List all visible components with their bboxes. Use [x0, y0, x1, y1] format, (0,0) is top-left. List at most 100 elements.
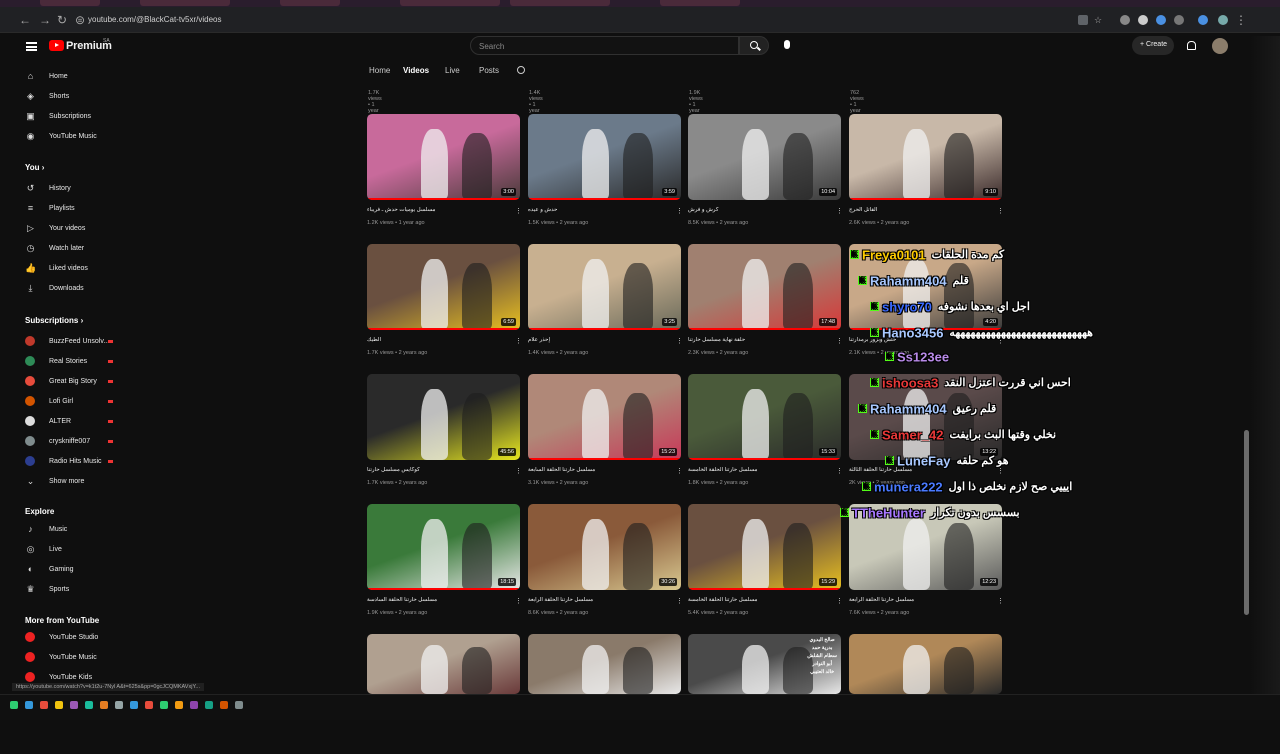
create-button[interactable]: + Create: [1132, 36, 1174, 55]
taskbar-app-icon[interactable]: [145, 701, 153, 709]
more-actions-icon[interactable]: ⋮: [515, 467, 522, 475]
video-thumbnail[interactable]: 3:59: [528, 114, 681, 200]
video-title[interactable]: القاتل الحرج: [849, 207, 989, 213]
video-thumbnail[interactable]: 9:10: [849, 114, 1002, 200]
sidebar-item-subscription[interactable]: Great Big Story: [25, 374, 97, 388]
video-card[interactable]: 17:48 حلقة نهاية مسلسل حارتنا 2.3K views •…: [688, 244, 843, 364]
more-actions-icon[interactable]: ⋮: [515, 337, 522, 345]
more-actions-icon[interactable]: ⋮: [515, 207, 522, 215]
sidebar-item-gaming[interactable]: ◐ Gaming: [25, 562, 74, 576]
sidebar-item-subscription[interactable]: Real Stories: [25, 354, 87, 368]
taskbar-app-icon[interactable]: [10, 701, 18, 709]
extensions-puzzle-icon[interactable]: [1174, 15, 1184, 25]
video-card[interactable]: 15:29 مسلسل حارتنا الحلقة الخامسة 5.4K vie…: [688, 504, 843, 624]
sidebar-item-history[interactable]: ↺ History: [25, 181, 71, 195]
sidebar-item-shorts[interactable]: ◈ Shorts: [25, 89, 69, 103]
extension-icon[interactable]: [1198, 15, 1208, 25]
video-title[interactable]: كوكايس مسلسل حارتنا: [367, 467, 507, 473]
sidebar-heading-you[interactable]: You ›: [25, 163, 44, 172]
extension-icon[interactable]: [1138, 15, 1148, 25]
forward-icon[interactable]: →: [38, 13, 52, 27]
taskbar-app-icon[interactable]: [220, 701, 228, 709]
sidebar-item-playlists[interactable]: ≡ Playlists: [25, 201, 75, 215]
sidebar-show-more[interactable]: ⌄ Show more: [25, 474, 85, 488]
menu-icon[interactable]: [26, 42, 37, 51]
tab-videos[interactable]: Videos: [403, 66, 429, 75]
video-thumbnail[interactable]: [528, 634, 681, 694]
more-actions-icon[interactable]: ⋮: [836, 207, 843, 215]
video-thumbnail[interactable]: 30:26: [528, 504, 681, 590]
video-title[interactable]: مسلسل حارتنا الحلقة الرابعة: [528, 597, 668, 603]
reload-icon[interactable]: ↻: [55, 13, 69, 27]
sidebar-item-your-videos[interactable]: ▷ Your videos: [25, 221, 85, 235]
bookmark-star-icon[interactable]: ☆: [1094, 15, 1104, 25]
video-thumbnail[interactable]: 17:48: [688, 244, 841, 330]
video-thumbnail[interactable]: 3:00: [367, 114, 520, 200]
sidebar-item-downloads[interactable]: ⤓ Downloads: [25, 281, 84, 295]
channel-search-icon[interactable]: [517, 66, 525, 74]
video-card[interactable]: 15:23 مسلسل حارتنا الحلقة السابعة 3.1K vie…: [528, 374, 683, 494]
video-thumbnail[interactable]: 6:59: [367, 244, 520, 330]
sidebar-item-music[interactable]: ♪ Music: [25, 522, 67, 536]
video-thumbnail[interactable]: [849, 634, 1002, 694]
video-title[interactable]: مسلسل حارتنا الحلقة السادسة: [367, 597, 507, 603]
video-card[interactable]: 6:59 الطيك 1.7K views • 2 years ago ⋮: [367, 244, 522, 364]
video-title[interactable]: مسلسل حارتنا الحلقة السابعة: [528, 467, 668, 473]
video-thumbnail[interactable]: 15:33: [688, 374, 841, 460]
video-title[interactable]: مسلسل يوميات حدش ـ فريباء: [367, 207, 507, 213]
more-actions-icon[interactable]: ⋮: [676, 207, 683, 215]
video-title[interactable]: مسلسل حارتنا الحلقة الخامسة: [688, 597, 828, 603]
video-title[interactable]: حلقة نهاية مسلسل حارتنا: [688, 337, 828, 343]
search-input[interactable]: Search: [470, 36, 739, 55]
browser-menu-icon[interactable]: ⋮: [1234, 13, 1248, 27]
more-actions-icon[interactable]: ⋮: [676, 337, 683, 345]
sidebar-heading-subscriptions[interactable]: Subscriptions ›: [25, 316, 83, 325]
extension-icon[interactable]: [1078, 15, 1088, 25]
video-title[interactable]: كرش و فرش: [688, 207, 828, 213]
video-thumbnail[interactable]: صالح البدوي بدرية حمد سطام الشلش أبو الن…: [688, 634, 841, 694]
more-actions-icon[interactable]: ⋮: [836, 597, 843, 605]
avatar[interactable]: [1212, 38, 1228, 54]
taskbar-app-icon[interactable]: [160, 701, 168, 709]
extension-icon[interactable]: [1156, 15, 1166, 25]
taskbar-app-icon[interactable]: [85, 701, 93, 709]
video-thumbnail[interactable]: 45:56: [367, 374, 520, 460]
taskbar-app-icon[interactable]: [55, 701, 63, 709]
taskbar-app-icon[interactable]: [100, 701, 108, 709]
tab-live[interactable]: Live: [445, 66, 460, 75]
sidebar-item-subscription[interactable]: BuzzFeed Unsolv...: [25, 334, 109, 348]
video-thumbnail[interactable]: [367, 634, 520, 694]
video-card[interactable]: 3:25 إحذر علام 1.4K views • 2 years ago ⋮: [528, 244, 683, 364]
microphone-icon[interactable]: [784, 40, 790, 49]
video-card[interactable]: 18:15 مسلسل حارتنا الحلقة السادسة 1.9K vie…: [367, 504, 522, 624]
page-scrollbar[interactable]: [1244, 430, 1249, 615]
video-title[interactable]: الطيك: [367, 337, 507, 343]
video-title[interactable]: حدش و عيده: [528, 207, 668, 213]
video-title[interactable]: مسلسل حارتنا الحلقة الرابعة: [849, 597, 989, 603]
video-thumbnail[interactable]: 15:29: [688, 504, 841, 590]
sidebar-item-subscription[interactable]: ALTER: [25, 414, 71, 428]
extension-icon[interactable]: [1120, 15, 1130, 25]
video-card[interactable]: 15:33 مسلسل حارتنا الحلقة الخامسة 1.8K vie…: [688, 374, 843, 494]
video-card[interactable]: 30:26 مسلسل حارتنا الحلقة الرابعة 8.6K vie…: [528, 504, 683, 624]
sidebar-item-subscriptions[interactable]: ▣ Subscriptions: [25, 109, 91, 123]
taskbar-app-icon[interactable]: [25, 701, 33, 709]
sidebar-item-subscription[interactable]: cryskniffe007: [25, 434, 90, 448]
sidebar-item-sports[interactable]: ♛ Sports: [25, 582, 69, 596]
sidebar-item-subscription[interactable]: Radio Hits Music: [25, 454, 102, 468]
address-bar[interactable]: youtube.com/@BlackCat-tv5xr/videos: [88, 15, 222, 24]
profile-icon[interactable]: [1218, 15, 1228, 25]
site-info-icon[interactable]: ⊜: [73, 13, 87, 27]
sidebar-item-youtube-kids[interactable]: YouTube Kids: [25, 670, 92, 684]
video-thumbnail[interactable]: 15:23: [528, 374, 681, 460]
video-card[interactable]: 10:04 كرش و فرش 8.5K views • 2 years ago ⋮: [688, 114, 843, 234]
sidebar-item-home[interactable]: ⌂ Home: [25, 69, 68, 83]
video-thumbnail[interactable]: 18:15: [367, 504, 520, 590]
taskbar-app-icon[interactable]: [115, 701, 123, 709]
video-card[interactable]: 45:56 كوكايس مسلسل حارتنا 1.7K views • 2 y…: [367, 374, 522, 494]
more-actions-icon[interactable]: ⋮: [676, 467, 683, 475]
taskbar-app-icon[interactable]: [205, 701, 213, 709]
sidebar-item-youtube-music[interactable]: ◉ YouTube Music: [25, 129, 97, 143]
video-title[interactable]: إحذر علام: [528, 337, 668, 343]
sidebar-item-youtube-music[interactable]: YouTube Music: [25, 650, 97, 664]
